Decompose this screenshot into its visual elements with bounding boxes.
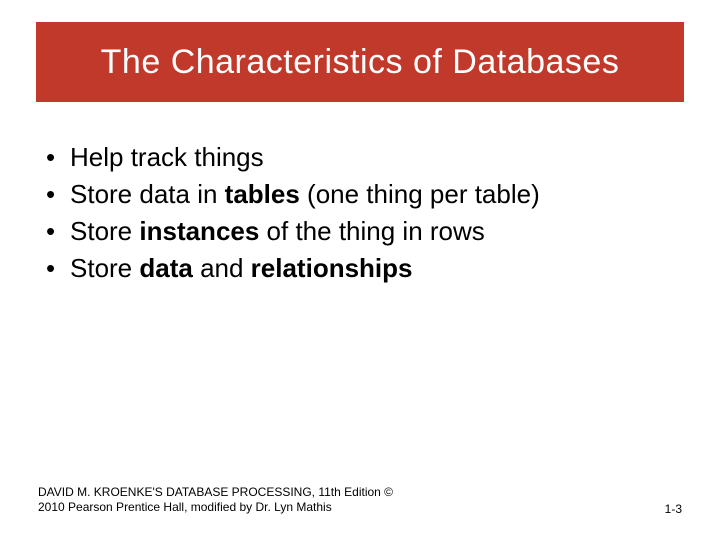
bullet-list: • Help track things • Store data in tabl… [46, 140, 674, 288]
bullet-icon: • [46, 177, 70, 212]
title-band: The Characteristics of Databases [36, 22, 684, 102]
footer-line: DAVID M. KROENKE'S DATABASE PROCESSING, … [38, 485, 393, 501]
text-bold: data [139, 253, 192, 283]
bullet-text: Store instances of the thing in rows [70, 214, 674, 249]
list-item: • Help track things [46, 140, 674, 175]
text-run: (one thing per table) [300, 179, 540, 209]
bullet-icon: • [46, 140, 70, 175]
text-run: Store [70, 253, 139, 283]
bullet-icon: • [46, 251, 70, 286]
text-bold: relationships [251, 253, 413, 283]
footer: DAVID M. KROENKE'S DATABASE PROCESSING, … [38, 485, 682, 516]
text-run: and [193, 253, 251, 283]
text-run: Store data in [70, 179, 225, 209]
text-bold: instances [139, 216, 259, 246]
text-bold: tables [225, 179, 300, 209]
bullet-text: Help track things [70, 140, 674, 175]
footer-credits: DAVID M. KROENKE'S DATABASE PROCESSING, … [38, 485, 393, 516]
list-item: • Store data in tables (one thing per ta… [46, 177, 674, 212]
slide-title: The Characteristics of Databases [101, 43, 620, 82]
text-run: Help track things [70, 142, 264, 172]
bullet-text: Store data and relationships [70, 251, 674, 286]
bullet-icon: • [46, 214, 70, 249]
slide: The Characteristics of Databases • Help … [0, 0, 720, 540]
bullet-text: Store data in tables (one thing per tabl… [70, 177, 674, 212]
page-number: 1-3 [645, 502, 682, 516]
list-item: • Store data and relationships [46, 251, 674, 286]
text-run: of the thing in rows [259, 216, 484, 246]
footer-line: 2010 Pearson Prentice Hall, modified by … [38, 500, 393, 516]
text-run: Store [70, 216, 139, 246]
list-item: • Store instances of the thing in rows [46, 214, 674, 249]
